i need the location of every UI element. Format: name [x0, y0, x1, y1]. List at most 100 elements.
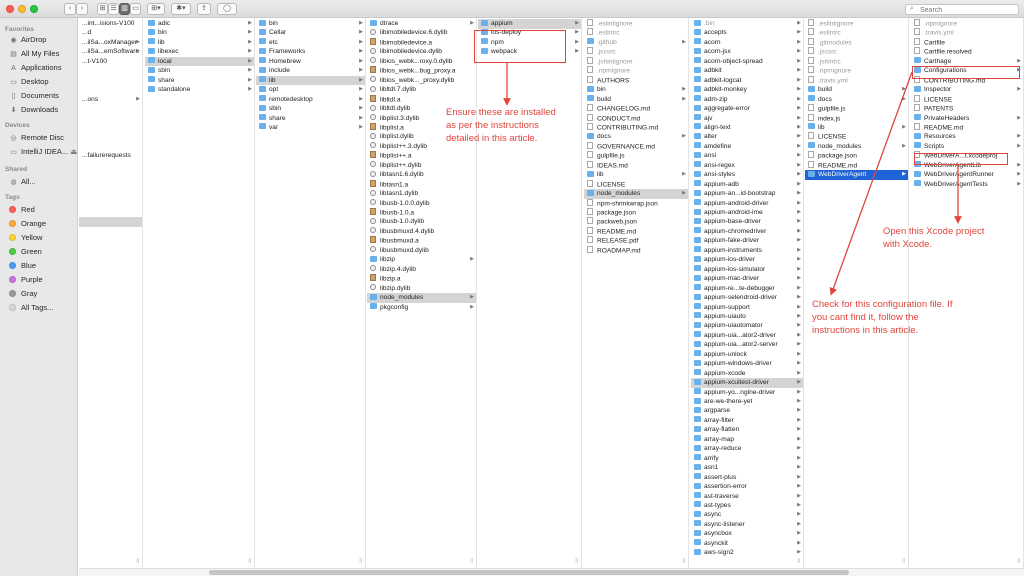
file-row[interactable]: appium-uiauto ▶ — [691, 312, 803, 322]
file-row[interactable]: appium-ios-driver ▶ — [691, 255, 803, 265]
file-row[interactable]: libtasn1.6.dylib — [367, 170, 476, 180]
file-row[interactable]: aggregate-error ▶ — [691, 104, 803, 114]
file-row[interactable]: node_modules ▶ — [367, 293, 476, 303]
file-row[interactable]: README.md — [805, 160, 908, 171]
file-row[interactable]: node_modules ▶ — [584, 189, 688, 199]
file-row[interactable]: appium-mac-driver ▶ — [691, 274, 803, 284]
file-row[interactable] — [79, 180, 142, 190]
sidebar-tag-purple[interactable]: Purple — [9, 273, 77, 286]
file-row[interactable]: ...t-V100 — [79, 57, 142, 67]
file-row[interactable]: Carthage ▶ — [911, 57, 1023, 67]
file-row[interactable]: LICENSE — [911, 94, 1023, 105]
column-view-button[interactable]: ▥ — [119, 3, 130, 15]
file-row[interactable]: assert-plus ▶ — [691, 473, 803, 483]
file-row[interactable] — [79, 142, 142, 152]
file-row[interactable]: PrivateHeaders ▶ — [911, 114, 1023, 124]
file-row[interactable]: Resources ▶ — [911, 132, 1023, 142]
file-row[interactable]: ...ilSa...oxManager ▶ — [79, 38, 142, 48]
column-resize-handle[interactable]: || — [470, 558, 473, 564]
scrollbar-thumb[interactable] — [209, 570, 849, 575]
file-row[interactable]: align-text ▶ — [691, 123, 803, 133]
file-row[interactable]: async ▶ — [691, 510, 803, 520]
file-row[interactable]: array-reduce ▶ — [691, 444, 803, 454]
column-resize-handle[interactable]: || — [575, 558, 578, 564]
file-row[interactable]: PATENTS — [911, 104, 1023, 114]
zoom-window-button[interactable] — [30, 5, 38, 13]
file-row[interactable]: CONDUCT.md — [584, 113, 688, 124]
file-row[interactable]: opt ▶ — [256, 85, 365, 95]
sidebar-item-desktop[interactable]: ▭ Desktop — [9, 75, 77, 88]
file-row[interactable]: Cartfile.resolved — [911, 47, 1023, 57]
file-row[interactable]: libzip ▶ — [367, 255, 476, 265]
file-row[interactable]: ajv ▶ — [691, 114, 803, 124]
gallery-view-button[interactable]: ▭ — [130, 3, 141, 15]
file-row[interactable]: package.json — [805, 151, 908, 161]
file-row[interactable]: acorn ▶ — [691, 38, 803, 48]
file-row[interactable]: CHANGELOG.md — [584, 104, 688, 114]
file-row[interactable]: Cartfile — [911, 37, 1023, 48]
file-row[interactable]: build ▶ — [584, 95, 688, 105]
column-resize-handle[interactable]: || — [359, 558, 362, 564]
sidebar-item-downloads[interactable]: ⬇ Downloads — [9, 103, 77, 116]
file-row[interactable]: lib ▶ — [145, 38, 254, 48]
file-row[interactable]: .jshintignore — [584, 56, 688, 67]
file-row[interactable]: appium-xcode ▶ — [691, 369, 803, 379]
file-row[interactable]: appium ▶ — [478, 19, 581, 29]
file-row[interactable]: ast-types ▶ — [691, 501, 803, 511]
file-row[interactable]: .jshintrc — [805, 56, 908, 67]
file-row[interactable]: libltdl.a — [367, 94, 476, 105]
file-row[interactable]: GOVERNANCE.md — [584, 141, 688, 152]
file-row[interactable]: appium-ios-simulator ▶ — [691, 265, 803, 275]
file-row[interactable] — [79, 199, 142, 209]
column-resize-handle[interactable]: || — [1017, 558, 1020, 564]
file-row[interactable]: local ▶ — [145, 56, 254, 67]
file-row[interactable]: adic ▶ — [145, 19, 254, 29]
file-row[interactable]: libplist++.a — [367, 151, 476, 161]
file-row[interactable]: CONTRIBUTING.md — [584, 122, 688, 133]
file-row[interactable]: adm-zip ▶ — [691, 95, 803, 105]
file-row[interactable] — [79, 85, 142, 95]
file-row[interactable]: adbkit ▶ — [691, 66, 803, 76]
file-row[interactable]: dtrace ▶ — [367, 19, 476, 29]
file-row[interactable]: libzip.dylib — [367, 284, 476, 294]
file-row[interactable] — [79, 104, 142, 114]
browser-column-4[interactable]: dtrace ▶ libimobiledevice.6.dylib libimobil… — [367, 18, 477, 568]
file-row[interactable]: appium-selendroid-driver ▶ — [691, 293, 803, 303]
file-row[interactable]: lib ▶ — [584, 170, 688, 180]
search-input[interactable] — [920, 6, 1016, 14]
file-row[interactable]: .eslintignore — [584, 19, 688, 29]
sidebar-tag-red[interactable]: Red — [9, 203, 77, 216]
file-row[interactable]: etc ▶ — [256, 38, 365, 48]
action-button[interactable]: ✱▾ — [171, 3, 191, 15]
browser-column-1[interactable]: ...int...isions-V100 ...d ...ilSa...oxMana… — [79, 18, 143, 568]
file-row[interactable] — [79, 66, 142, 76]
file-row[interactable]: appium-an...id-bootstrap ▶ — [691, 189, 803, 199]
file-row[interactable]: libios_webk...roxy.0.dylib — [367, 57, 476, 67]
forward-button[interactable]: › — [76, 3, 88, 15]
file-row[interactable]: libtasn1.a — [367, 179, 476, 190]
tags-button[interactable]: ◯ — [217, 3, 237, 15]
sidebar-item-intellij-idea-[interactable]: ▭ IntelliJ IDEA... ⏏ — [9, 145, 77, 158]
file-row[interactable]: .npmignore — [584, 66, 688, 76]
file-row[interactable]: adbkit-logcat ▶ — [691, 76, 803, 86]
browser-column-6[interactable]: .eslintignore .eslintrc .github ▶ .jscsrc .js… — [584, 18, 689, 568]
file-row[interactable]: package.json — [584, 208, 688, 218]
file-row[interactable]: appium-support ▶ — [691, 303, 803, 313]
file-row[interactable]: .npmignore — [911, 19, 1023, 29]
file-row[interactable]: .eslintrc — [805, 28, 908, 38]
file-row[interactable]: libexec ▶ — [145, 47, 254, 57]
file-row[interactable]: appium-xcuitest-driver ▶ — [691, 378, 803, 388]
file-row[interactable]: acorn-jsx ▶ — [691, 47, 803, 57]
arrange-button[interactable]: ⊞▾ — [147, 3, 165, 15]
file-row[interactable]: libusbmuxd.dylib — [367, 246, 476, 256]
file-row[interactable]: .gitmodules — [805, 37, 908, 48]
browser-column-8[interactable]: .eslintignore .eslintrc .gitmodules .jscsrc… — [805, 18, 909, 568]
file-row[interactable]: share ▶ — [145, 76, 254, 86]
file-row[interactable]: RELEASE.pdf — [584, 236, 688, 246]
column-resize-handle[interactable]: || — [797, 558, 800, 564]
sidebar-tag-yellow[interactable]: Yellow — [9, 231, 77, 244]
browser-column-9[interactable]: .npmignore .travis.yml Cartfile Cartfile.re… — [911, 18, 1024, 568]
file-row[interactable]: README.md — [584, 226, 688, 237]
file-row[interactable]: appium-uia...ator2-driver ▶ — [691, 331, 803, 341]
list-view-button[interactable]: ☰ — [108, 3, 119, 15]
